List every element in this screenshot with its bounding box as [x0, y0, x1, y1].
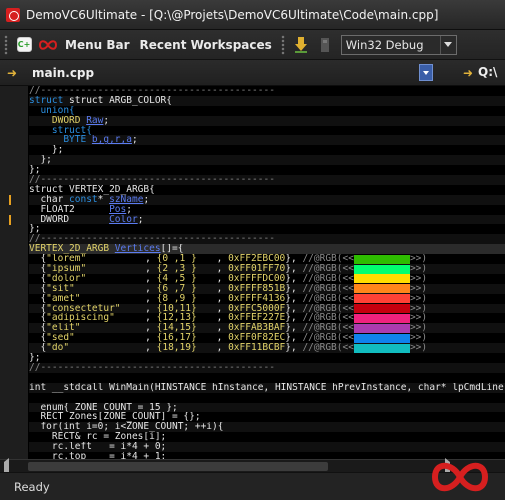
code-line: };: [29, 165, 41, 176]
code-line: RECT& rc = Zones[i];: [29, 432, 167, 443]
code-editor[interactable]: //--------------------------------------…: [0, 86, 505, 472]
color-swatch: [353, 304, 410, 314]
code-line: };: [29, 353, 41, 363]
code-line: //--------------------------------------…: [29, 175, 505, 185]
editor-gutter: [0, 86, 28, 472]
code-line: RECT Zones[ZONE_COUNT] = {};: [29, 412, 201, 423]
code-line: //--------------------------------------…: [29, 234, 505, 245]
vertex-row: {"elit", {14,15}, 0xFFAB3BAF}, //@RGB(<<…: [29, 323, 505, 334]
code-line: struct struct ARGB_COLOR{: [29, 95, 505, 106]
vertex-row: {"consectetur", {10,11}, 0xFFC5000F}, //…: [29, 303, 505, 314]
infinity-icon[interactable]: [39, 36, 57, 54]
vertex-row: {"lorem", {0 ,1 }, 0xFF2EBC00}, //@RGB(<…: [29, 254, 428, 265]
code-line: VERTEX_2D_ARGB Vertices[]={: [29, 244, 505, 255]
vertex-row: {"adipiscing", {12,13}, 0xFFEF227E}, //@…: [29, 313, 428, 324]
code-line: struct VERTEX_2D_ARGB{: [29, 184, 155, 195]
color-swatch: [353, 333, 410, 343]
vertex-row: {"sed", {16,17}, 0xFF0F82EC}, //@RGB(<< >…: [29, 333, 428, 344]
code-line: //--------------------------------------…: [29, 362, 505, 373]
code-line: DWORD Color;: [29, 214, 505, 225]
code-line: rc.left = i*4 + 0;: [29, 442, 505, 452]
file-tab-bar: ➜ main.cpp ➜ Q:\: [0, 60, 505, 86]
chevron-down-icon[interactable]: [439, 35, 456, 54]
code-line: enum{ ZONE_COUNT = 15 };: [29, 402, 505, 413]
toolbar-grip[interactable]: [280, 34, 285, 55]
title-bar: DemoVC6Ultimate - [Q:\@Projets\DemoVC6Ul…: [0, 0, 505, 30]
color-swatch: [353, 274, 410, 284]
vertex-row: {"dolor", {4 ,5 }, 0xFFFFDC00}, //@RGB(<…: [29, 273, 428, 284]
color-swatch: [353, 343, 410, 353]
color-swatch: [353, 264, 410, 274]
file-path: Q:\: [478, 65, 498, 79]
change-marker: [9, 215, 11, 225]
color-swatch: [353, 313, 410, 323]
vertex-row: {"do", {18,19}, 0xFF11BCBF}, //@RGB(<< >>…: [29, 343, 505, 354]
toolbar-grip[interactable]: [4, 34, 8, 55]
file-dropdown-button[interactable]: [419, 64, 433, 81]
code-line: union{: [29, 105, 75, 116]
status-text: Ready: [14, 479, 50, 494]
code-area[interactable]: //--------------------------------------…: [29, 86, 505, 472]
code-line: //--------------------------------------…: [29, 86, 275, 96]
code-line: BYTE b,g,r,a;: [29, 135, 505, 146]
code-line: };: [29, 224, 41, 235]
codegear-icon[interactable]: C+: [15, 36, 33, 54]
configuration-value: Win32 Debug: [345, 37, 424, 52]
color-swatch: [353, 284, 410, 294]
build-icon[interactable]: [316, 36, 334, 54]
code-line: FLOAT2 Pos;: [29, 204, 132, 215]
code-line: struct{: [29, 125, 92, 136]
vertex-row: {"ipsum", {2 ,3 }, 0xFF01FF70}, //@RGB(<…: [29, 264, 505, 274]
scrollbar-thumb[interactable]: [28, 462, 328, 471]
scroll-left-icon[interactable]: [4, 458, 14, 485]
configuration-dropdown[interactable]: Win32 Debug: [340, 34, 457, 55]
color-swatch: [353, 323, 410, 333]
color-swatch: [353, 294, 410, 304]
code-line: int __stdcall WinMain(HINSTANCE hInstanc…: [29, 382, 505, 393]
menu-bar-button[interactable]: Menu Bar: [60, 38, 135, 52]
change-marker: [9, 195, 11, 205]
infinity-logo-icon: [431, 462, 489, 492]
app-icon: [6, 7, 20, 22]
arrow-right-icon[interactable]: ➜: [3, 64, 21, 82]
vertex-row: {"sit", {6 ,7 }, 0xFFFF851B}, //@RGB(<< >…: [29, 283, 505, 294]
menu-toolbar: C+ Menu Bar Recent Workspaces Win32 Debu…: [0, 30, 505, 60]
window-title: DemoVC6Ultimate - [Q:\@Projets\DemoVC6Ul…: [26, 7, 439, 22]
vertex-row: {"amet", {8 ,9 }, 0xFFFF4136}, //@RGB(<<…: [29, 293, 428, 304]
code-line: char const* szName;: [29, 194, 505, 205]
download-icon[interactable]: [292, 36, 310, 54]
recent-workspaces-button[interactable]: Recent Workspaces: [135, 38, 277, 52]
code-line: };: [29, 155, 505, 166]
tab-main-cpp[interactable]: main.cpp: [24, 66, 94, 80]
code-line: DWORD Raw;: [29, 115, 505, 126]
color-swatch: [353, 254, 410, 264]
code-line: };: [29, 145, 64, 156]
code-line: for(int i=0; i<ZONE_COUNT; ++i){: [29, 422, 505, 433]
arrow-right-icon[interactable]: ➜: [459, 64, 477, 82]
